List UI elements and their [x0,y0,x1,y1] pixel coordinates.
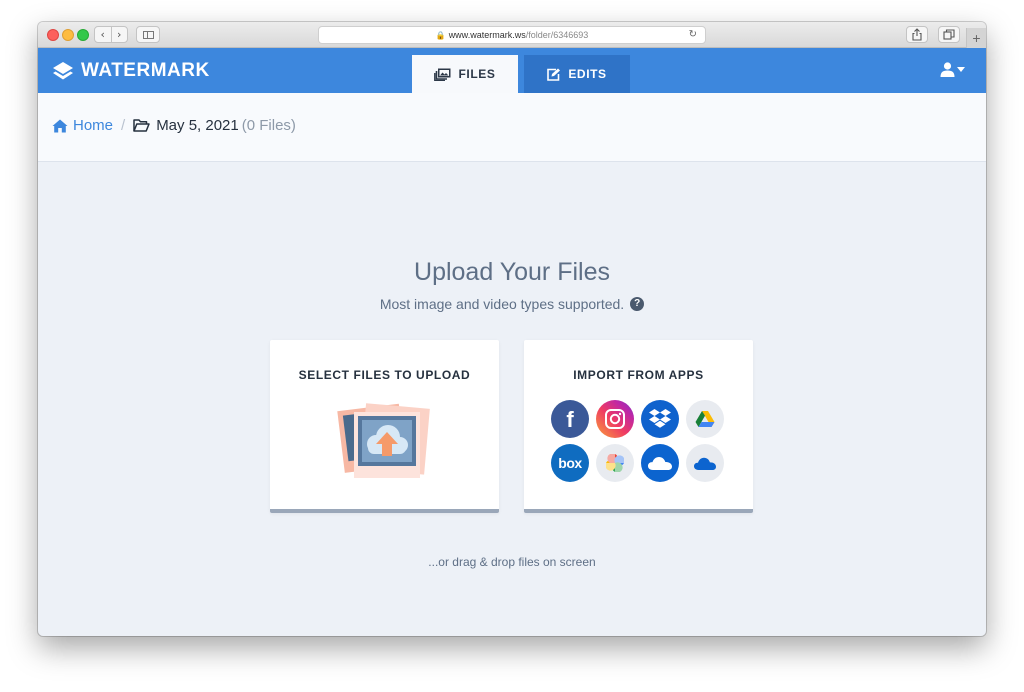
breadcrumb-home-link[interactable]: Home [52,117,113,134]
upload-subtitle: Most image and video types supported. [379,296,625,312]
breadcrumb-current-folder: May 5, 2021 [133,117,239,134]
tab-files[interactable]: FILES [412,55,518,93]
drag-drop-hint: ...or drag & drop files on screen [428,555,596,569]
dropbox-icon [649,409,671,428]
browser-window: ‹ › 🔒 www.watermark.ws/folder/6346693 ↻ + [38,22,986,636]
facebook-icon: f [566,407,574,432]
new-tab-button[interactable]: + [966,28,986,48]
layers-logo-icon [53,62,73,80]
onedrive-icon [694,457,716,470]
brand-logo[interactable]: WATERMARK [52,60,210,82]
breadcrumb-bar: Home / May 5, 2021 (0 Files) [38,93,986,162]
import-onedrive-business-button[interactable] [686,444,724,482]
history-nav: ‹ › [94,26,128,43]
import-from-apps-card: IMPORT FROM APPS f box [524,340,753,513]
instagram-icon [605,409,625,429]
import-dropbox-button[interactable] [641,400,679,438]
app-header: WATERMARK FILES EDITS [38,48,986,93]
share-button[interactable] [906,26,928,43]
breadcrumb: Home / May 5, 2021 (0 Files) [52,117,296,134]
back-button[interactable]: ‹ [95,27,112,42]
tabs-icon [943,29,955,40]
caret-down-icon [957,67,965,72]
import-instagram-button[interactable] [596,400,634,438]
forward-button[interactable]: › [112,27,128,42]
share-icon [912,28,922,41]
upload-subtitle-row: Most image and video types supported. ? [38,296,986,312]
sidebar-icon [143,31,154,39]
box-icon: box [558,455,582,471]
minimize-window-button[interactable] [62,29,74,41]
tab-edits[interactable]: EDITS [524,55,630,93]
close-window-button[interactable] [47,29,59,41]
sidebar-toggle-button[interactable] [136,26,160,43]
user-icon [940,62,955,77]
import-from-apps-title: IMPORT FROM APPS [573,368,704,382]
address-bar[interactable]: 🔒 www.watermark.ws/folder/6346693 ↻ [318,26,706,44]
file-count: (0 Files) [241,117,296,134]
edit-icon [547,68,561,81]
onedrive-icon [648,457,672,470]
images-icon [434,68,451,81]
google-drive-icon [695,411,715,427]
tab-files-label: FILES [458,67,496,81]
reload-icon[interactable]: ↻ [689,27,697,43]
apps-grid: f box [551,400,727,482]
tab-overview-button[interactable] [938,26,960,43]
import-box-button[interactable]: box [551,444,589,482]
url-path: /folder/6346693 [525,30,589,40]
import-facebook-button[interactable]: f [551,400,589,438]
home-icon [52,119,68,132]
select-files-title: SELECT FILES TO UPLOAD [298,368,471,382]
breadcrumb-home-label: Home [73,117,114,134]
import-onedrive-button[interactable] [641,444,679,482]
cloud-upload-photos-icon [337,403,430,478]
upload-title: Upload Your Files [414,258,610,286]
import-google-photos-button[interactable] [596,444,634,482]
select-files-card[interactable]: SELECT FILES TO UPLOAD [270,340,499,513]
import-google-drive-button[interactable] [686,400,724,438]
question-circle-icon[interactable]: ? [630,297,645,311]
folder-name: May 5, 2021 [156,117,239,134]
user-menu-button[interactable] [940,62,965,77]
zoom-window-button[interactable] [77,29,89,41]
url-domain: www.watermark.ws [448,30,526,40]
tab-edits-label: EDITS [568,67,607,81]
breadcrumb-separator: / [121,117,126,134]
browser-titlebar: ‹ › 🔒 www.watermark.ws/folder/6346693 ↻ + [38,22,986,48]
folder-open-icon [133,119,150,132]
brand-name: WATERMARK [81,60,210,81]
lock-icon: 🔒 [435,31,446,40]
google-photos-icon [606,454,624,472]
